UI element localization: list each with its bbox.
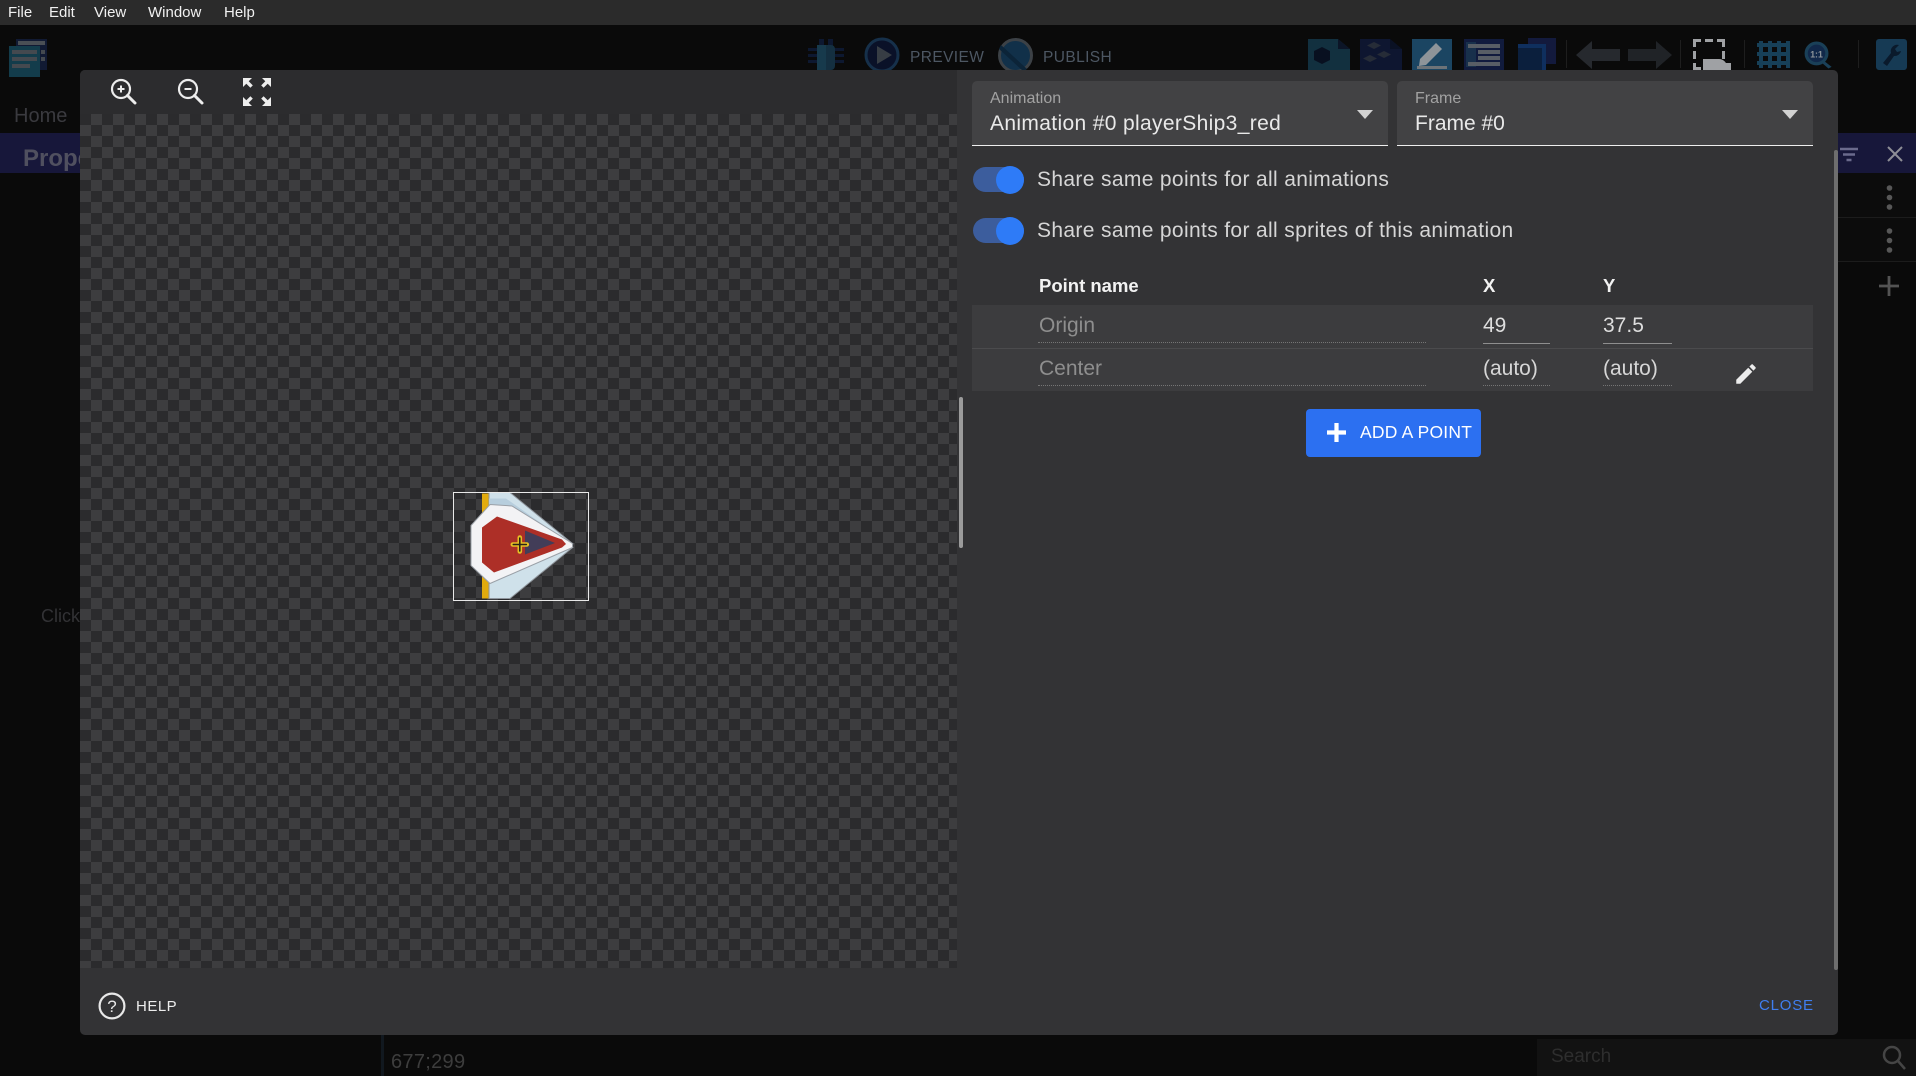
svg-text:?: ? <box>107 997 116 1016</box>
svg-text:1:1: 1:1 <box>1810 49 1823 59</box>
